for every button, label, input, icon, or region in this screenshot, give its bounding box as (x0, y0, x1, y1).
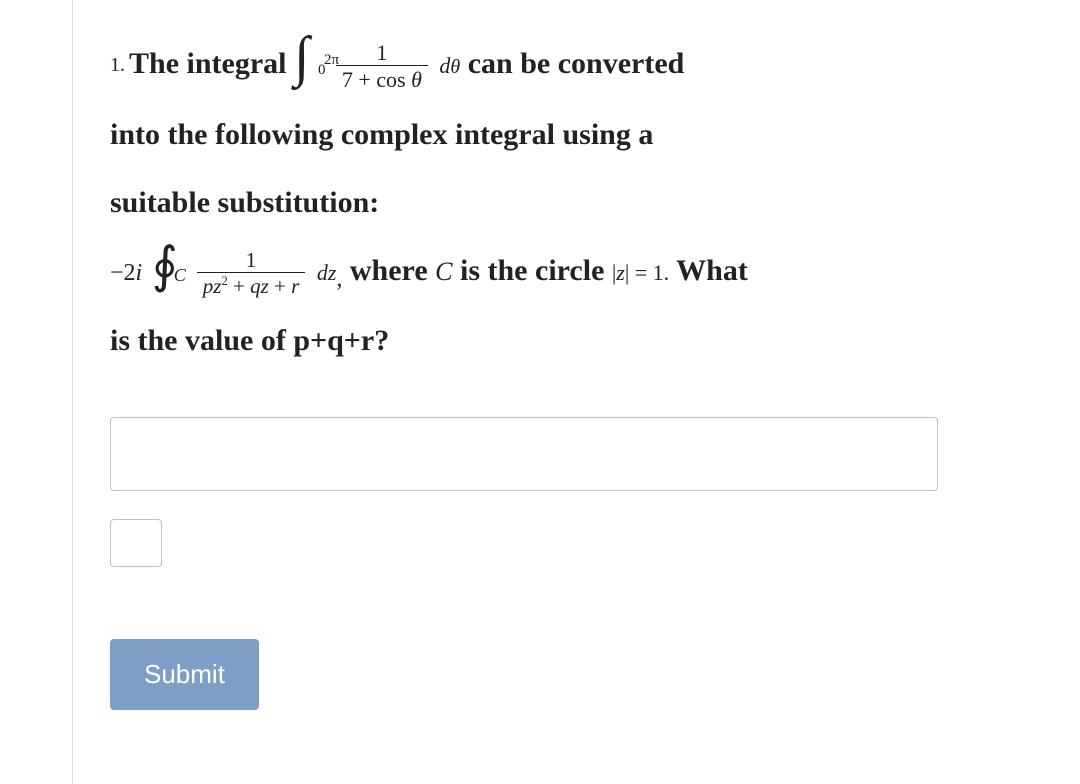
text-line3: suitable substitution: (110, 186, 379, 219)
integrand-fraction: 1 7 + cos θ (336, 41, 428, 91)
contour-fraction-denominator: pz2 + qz + r (197, 273, 306, 297)
text-the-integral: The integral (129, 47, 294, 80)
integral-lower-limit: 0 (318, 36, 326, 104)
text-can-be-converted: can be converted (468, 47, 685, 80)
text-line5: is the value of p+q+r? (110, 324, 389, 357)
c-variable: C (435, 257, 452, 286)
text-is-the-circle: is the circle (453, 254, 612, 287)
integral-upper-limit: 2π (324, 26, 339, 94)
fraction-numerator: 1 (336, 41, 428, 66)
integral-symbol-group: ∫ 2π 0 (294, 32, 309, 100)
question-content: 1.The integral ∫ 2π 0 1 7 + cos θ dθ can… (110, 30, 1000, 710)
text-where: where (350, 254, 435, 287)
left-margin-rule (72, 0, 73, 784)
answer-input-short[interactable] (110, 519, 162, 567)
question-number: 1. (110, 54, 125, 76)
coefficient: −2i (110, 260, 142, 286)
text-line2: into the following complex integral usin… (110, 118, 653, 151)
question-text: 1.The integral ∫ 2π 0 1 7 + cos θ dθ can… (110, 30, 1000, 375)
submit-button[interactable]: Submit (110, 639, 259, 710)
contour-subscript: C (174, 241, 186, 309)
text-what: What (669, 254, 748, 287)
contour-fraction-numerator: 1 (197, 249, 306, 273)
contour-integral-group: ∮ C (152, 239, 178, 307)
answer-section: Submit (110, 417, 1000, 710)
circle-expression: |z| = 1 (612, 260, 664, 285)
integral-icon: ∫ (294, 35, 309, 80)
fraction-denominator: 7 + cos θ (336, 66, 428, 91)
d-theta: dθ (439, 53, 460, 78)
dz: dz, (317, 260, 343, 285)
answer-input-long[interactable] (110, 417, 938, 491)
contour-integrand-fraction: 1 pz2 + qz + r (197, 249, 306, 297)
